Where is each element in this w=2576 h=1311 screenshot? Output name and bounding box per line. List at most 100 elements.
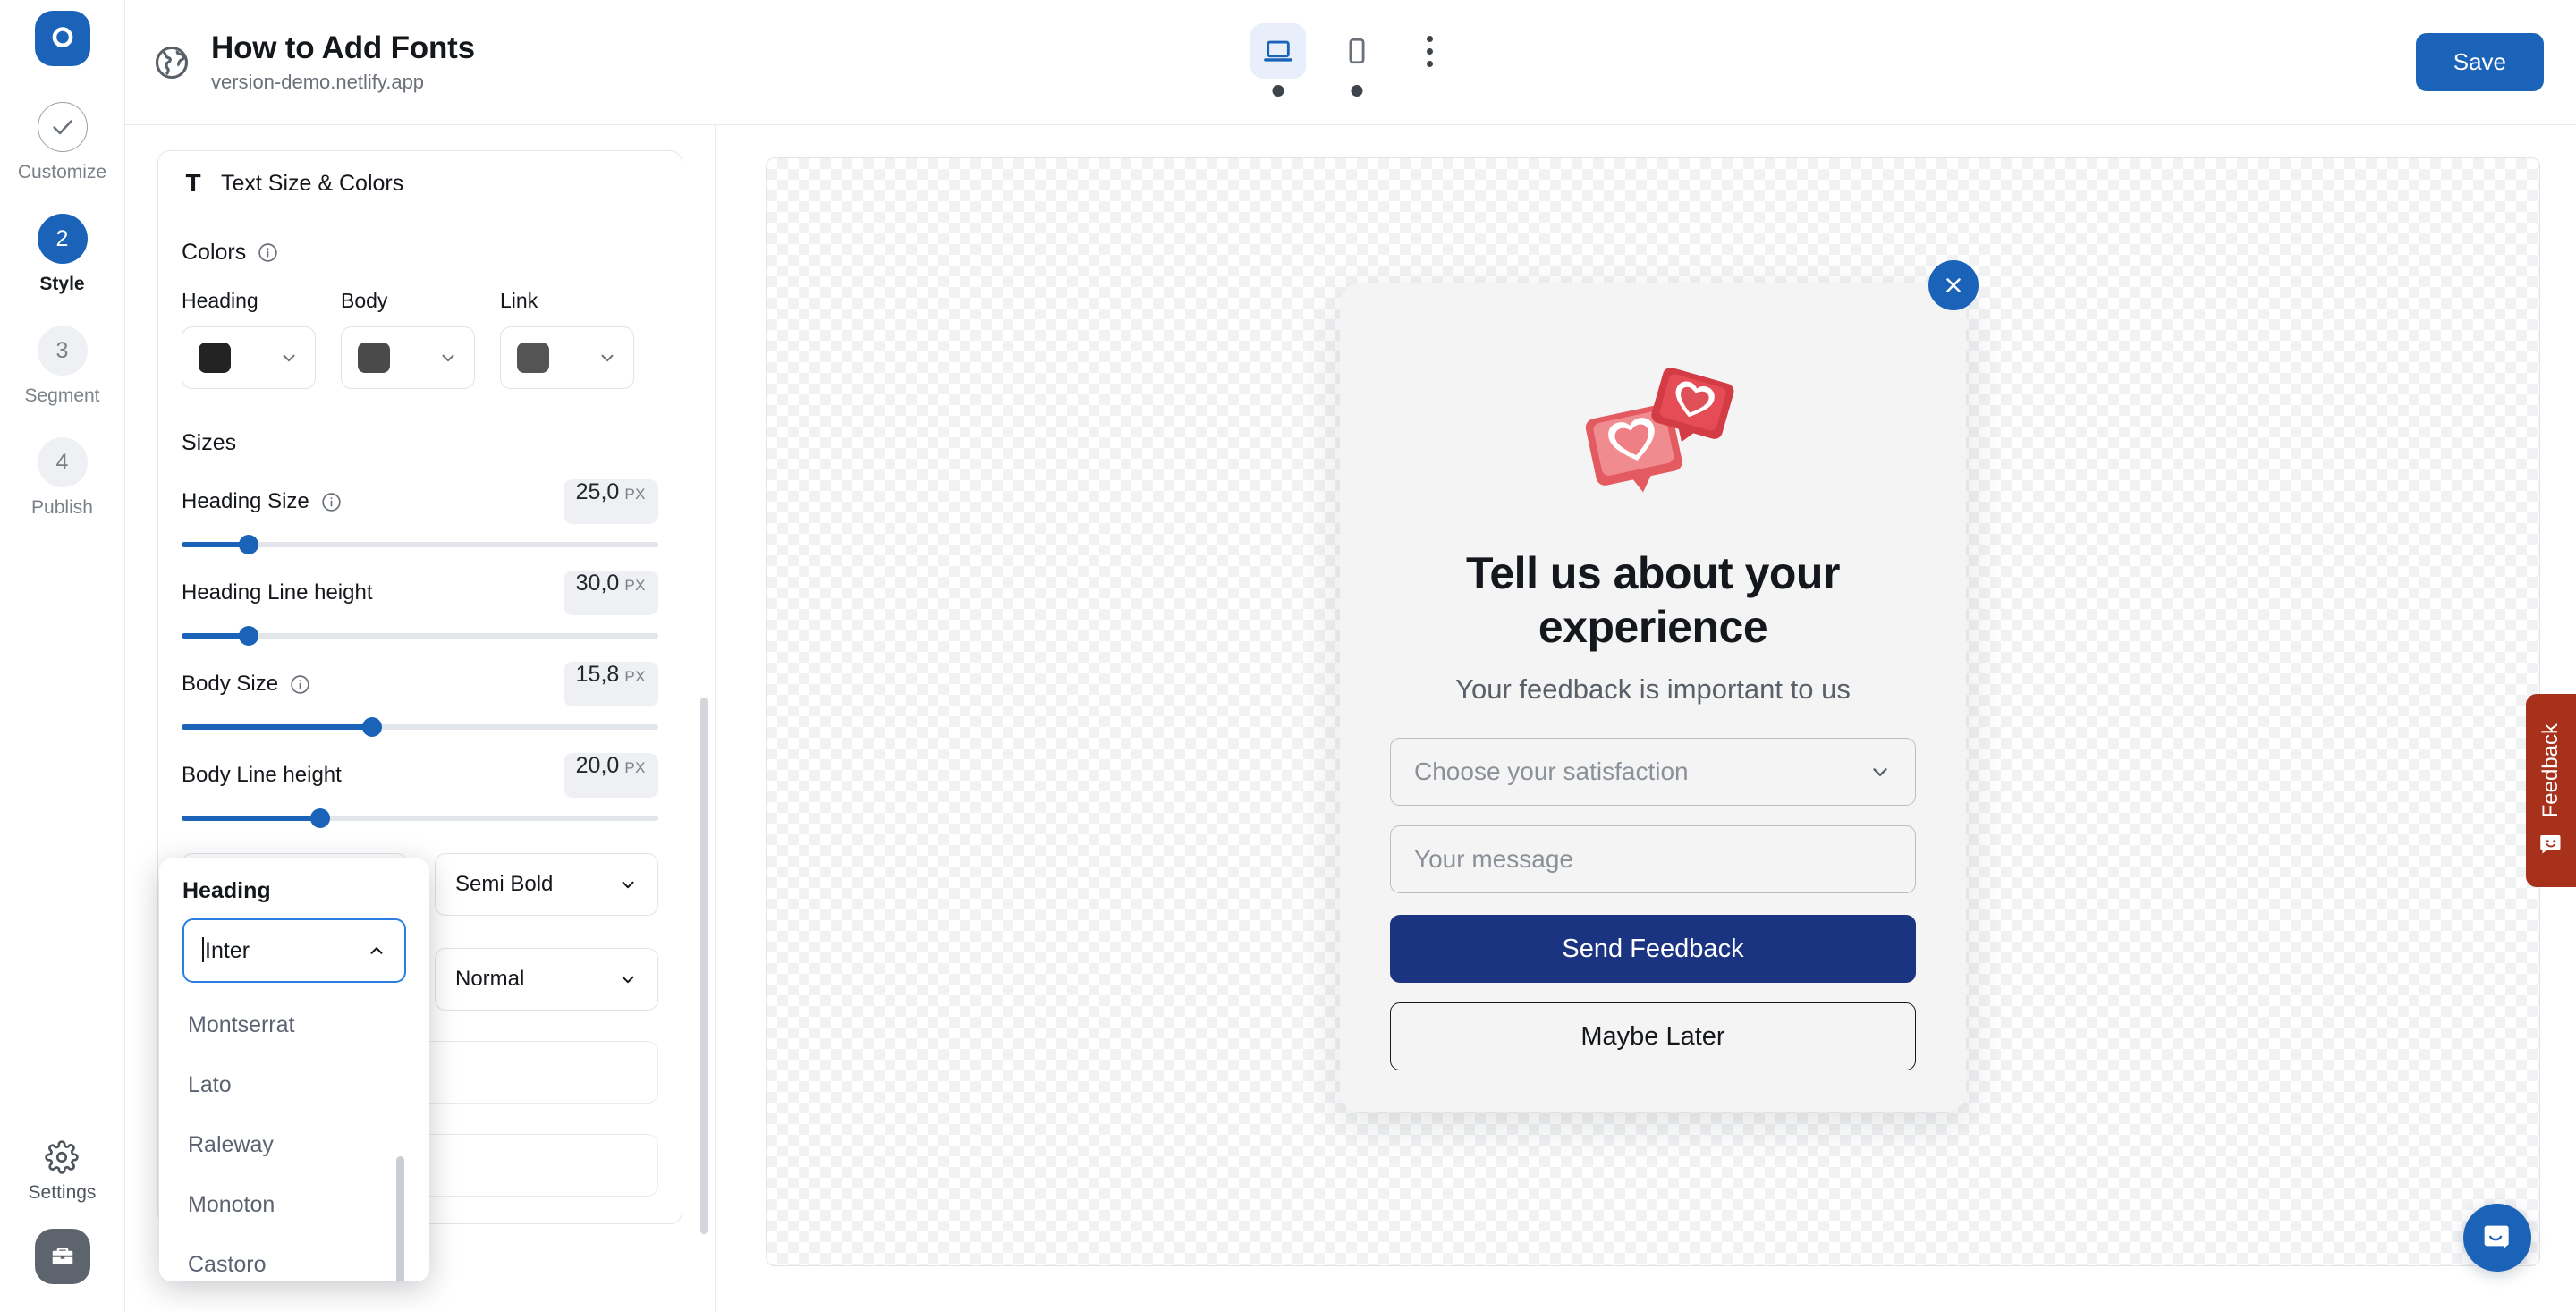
slider-thumb[interactable]	[238, 535, 258, 554]
step-circle-segment: 3	[37, 326, 88, 376]
body-weight-value: Normal	[455, 967, 525, 991]
gear-icon	[45, 1140, 80, 1174]
heading-weight-select[interactable]: Semi Bold	[435, 853, 658, 916]
preview-area: Tell us about your experience Your feedb…	[716, 125, 2576, 1311]
prompt-logo-icon	[52, 27, 72, 48]
settings-label: Settings	[28, 1182, 97, 1203]
info-icon[interactable]	[320, 491, 343, 513]
font-option-raleway[interactable]: Raleway	[182, 1115, 406, 1175]
value-body-size[interactable]: 15,8 PX	[563, 662, 658, 706]
card-header-text-size-colors[interactable]: T Text Size & Colors	[158, 151, 682, 216]
value-heading-size[interactable]: 25,0 PX	[563, 479, 658, 524]
color-field-heading: Heading	[182, 289, 316, 389]
color-swatch-body	[358, 343, 390, 373]
sidebar-item-settings[interactable]: Settings	[28, 1140, 97, 1204]
slider-fill	[182, 816, 320, 821]
font-picker-input[interactable]: Inter	[182, 918, 406, 983]
font-list-scrollbar[interactable]	[396, 1156, 404, 1281]
step-label-publish: Publish	[31, 497, 93, 518]
message-input[interactable]: Your message	[1390, 825, 1916, 893]
slider-body-size: Body Size 15,8 PX	[182, 662, 658, 737]
slider-fill	[182, 724, 373, 730]
app-logo[interactable]	[34, 11, 90, 66]
body-area: T Text Size & Colors Colors Heading Body…	[125, 125, 2576, 1311]
step-circle-publish: 4	[37, 437, 88, 487]
briefcase-icon	[52, 1248, 72, 1264]
font-option-lato[interactable]: Lato	[182, 1055, 406, 1115]
device-mobile-button[interactable]	[1329, 23, 1385, 97]
font-option-monoton[interactable]: Monoton	[182, 1175, 406, 1235]
step-label-segment: Segment	[24, 385, 100, 406]
color-swatch-heading	[199, 343, 231, 373]
mobile-icon	[1349, 38, 1365, 64]
value-body-line-height[interactable]: 20,0 PX	[563, 753, 658, 798]
main-column: How to Add Fonts version-demo.netlify.ap…	[125, 0, 2576, 1311]
font-option-montserrat[interactable]: Montserrat	[182, 995, 406, 1055]
color-fields-row: Heading Body Link	[182, 289, 658, 389]
slider-track-heading-size[interactable]	[182, 535, 658, 554]
modal-heading: Tell us about your experience	[1466, 548, 1840, 652]
slider-thumb[interactable]	[238, 626, 258, 646]
rail-bottom: Settings	[0, 1140, 124, 1284]
sidebar-item-customize[interactable]: Customize	[0, 102, 124, 183]
color-field-body: Body	[341, 289, 475, 389]
slider-label-body-size: Body Size	[182, 672, 311, 697]
message-placeholder: Your message	[1414, 845, 1573, 873]
page-subtitle: version-demo.netlify.app	[211, 71, 425, 94]
close-x-icon	[1946, 278, 1961, 292]
chevron-down-icon	[597, 348, 617, 368]
modal-illustration	[1550, 351, 1756, 512]
slider-label-heading-size: Heading Size	[182, 489, 343, 514]
feedback-tab[interactable]: Feedback	[2526, 694, 2576, 887]
feedback-tab-label: Feedback	[2538, 723, 2563, 818]
device-switcher	[1250, 23, 1451, 97]
value-heading-line-height[interactable]: 30,0 PX	[563, 571, 658, 615]
heading-weight-field: Semi Bold	[435, 853, 658, 916]
globe-icon	[152, 43, 191, 82]
card-title: Text Size & Colors	[221, 170, 404, 196]
font-option-list: Montserrat Lato Raleway Monoton Castoro	[182, 995, 406, 1281]
chevron-down-icon	[618, 875, 638, 894]
send-feedback-button[interactable]: Send Feedback	[1390, 915, 1916, 983]
step-label-style: Style	[39, 274, 85, 294]
color-swatch-link	[517, 343, 549, 373]
colors-section-title: Colors	[182, 240, 658, 266]
body-weight-select[interactable]: Normal	[435, 948, 658, 1011]
sidebar-item-style[interactable]: 2 Style	[0, 214, 124, 295]
top-bar: How to Add Fonts version-demo.netlify.ap…	[125, 0, 2576, 125]
sidebar-item-publish[interactable]: 4 Publish	[0, 437, 124, 519]
font-option-castoro[interactable]: Castoro	[182, 1235, 406, 1281]
panel-scrollbar[interactable]	[700, 698, 708, 1234]
app-root: Customize 2 Style 3 Segment 4 Publish Se…	[0, 0, 2576, 1311]
save-button[interactable]: Save	[2415, 33, 2544, 91]
workspace-button[interactable]	[34, 1229, 90, 1284]
body-weight-field: Normal	[435, 948, 658, 1011]
color-picker-body[interactable]	[341, 326, 475, 389]
sidebar-item-segment[interactable]: 3 Segment	[0, 326, 124, 407]
maybe-later-button[interactable]: Maybe Later	[1390, 1002, 1916, 1070]
info-icon[interactable]	[257, 241, 279, 264]
more-options-button[interactable]	[1408, 23, 1451, 79]
info-icon[interactable]	[289, 673, 311, 696]
step-circle-customize	[37, 102, 88, 152]
slider-thumb[interactable]	[362, 717, 383, 737]
color-picker-heading[interactable]	[182, 326, 316, 389]
slider-label-body-line-height: Body Line height	[182, 763, 342, 787]
color-label-heading: Heading	[182, 289, 258, 312]
slider-track-body-line-height[interactable]	[182, 808, 658, 828]
slider-track-heading-line-height[interactable]	[182, 626, 658, 646]
step-label-customize: Customize	[17, 162, 107, 182]
chevron-up-icon[interactable]	[367, 941, 386, 960]
modal-close-button[interactable]	[1928, 260, 1979, 310]
left-rail: Customize 2 Style 3 Segment 4 Publish Se…	[0, 0, 125, 1311]
step-circle-style: 2	[37, 214, 88, 264]
satisfaction-select[interactable]: Choose your satisfaction	[1390, 738, 1916, 806]
slider-track-body-size[interactable]	[182, 717, 658, 737]
slider-thumb[interactable]	[309, 808, 330, 828]
device-desktop-button[interactable]	[1250, 23, 1306, 97]
chat-widget-button[interactable]	[2463, 1204, 2531, 1272]
color-picker-link[interactable]	[500, 326, 634, 389]
preview-canvas: Tell us about your experience Your feedb…	[766, 157, 2540, 1266]
chat-bubble-icon	[2484, 1225, 2509, 1248]
chevron-down-icon	[618, 969, 638, 989]
